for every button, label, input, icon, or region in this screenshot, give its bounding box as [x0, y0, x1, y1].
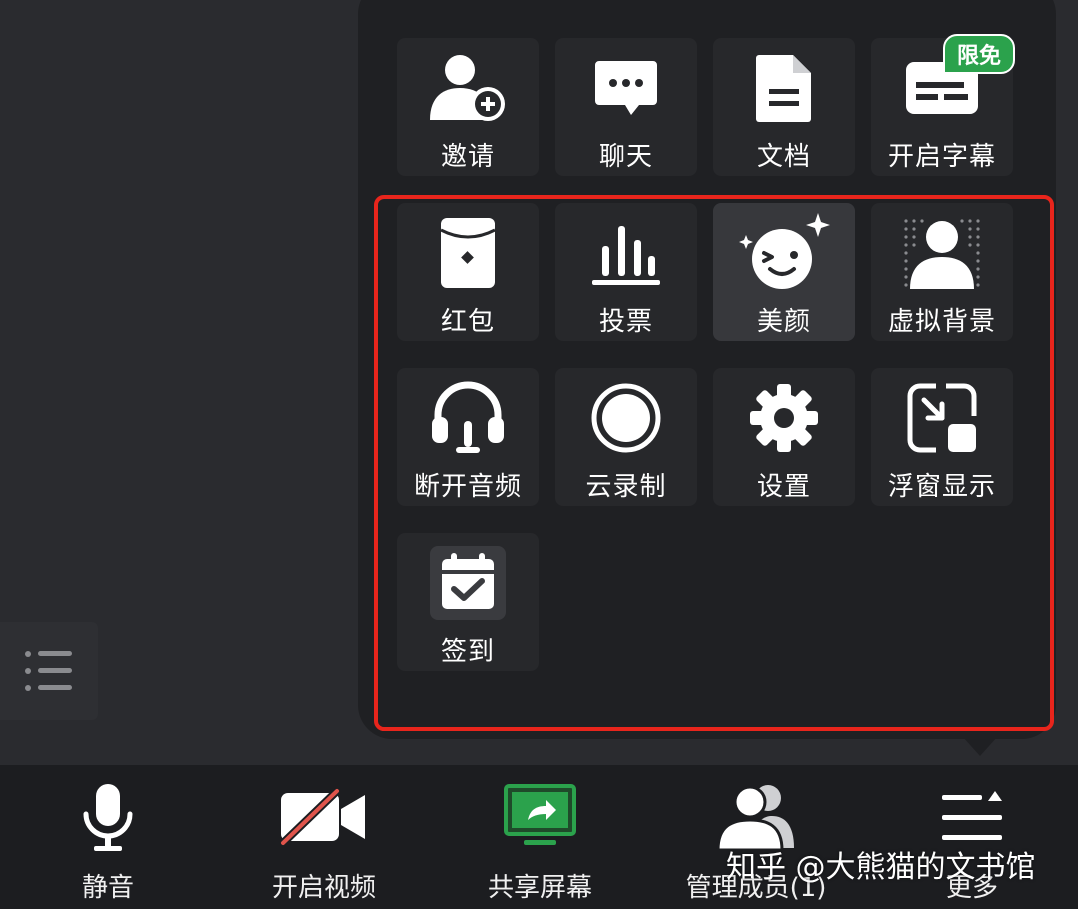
list-icon [25, 651, 72, 691]
video-off-icon [280, 788, 365, 846]
tile-floating-window[interactable]: 浮窗显示 [871, 368, 1013, 506]
participant-list-toggle[interactable] [0, 622, 98, 720]
tile-label: 聊天 [598, 142, 653, 172]
check-in-icon [430, 546, 506, 620]
gear-icon [750, 384, 818, 452]
tile-document[interactable]: 文档 [713, 38, 855, 176]
tile-check-in[interactable]: 签到 [397, 533, 539, 671]
toolbar-label: 共享屏幕 [487, 873, 592, 903]
tile-invite[interactable]: 邀请 [397, 38, 539, 176]
bottom-toolbar: 静音 开启视频 共享屏幕 管理成员(1) 更多 [0, 765, 1078, 909]
tile-label: 签到 [440, 637, 495, 667]
headphones-icon [432, 381, 504, 453]
chat-icon [595, 61, 657, 115]
vote-icon [592, 226, 660, 285]
tile-vote[interactable]: 投票 [555, 203, 697, 341]
tile-label: 开启字幕 [887, 142, 996, 172]
tile-label: 投票 [598, 307, 653, 337]
tile-virtual-background[interactable]: 虚拟背景 [871, 203, 1013, 341]
manage-members-button[interactable]: 管理成员(1) [666, 765, 846, 909]
toolbar-label: 静音 [81, 873, 134, 903]
tile-beauty[interactable]: 美颜 [713, 203, 855, 341]
tile-label: 邀请 [440, 142, 495, 172]
meeting-screen: 邀请 聊天 文档 开启字幕 限免 红包 投票 美颜 虚拟背景 断开音频 云录制 … [0, 0, 1078, 909]
tile-disconnect-audio[interactable]: 断开音频 [397, 368, 539, 506]
virtual-background-icon [904, 219, 980, 289]
tile-red-packet[interactable]: 红包 [397, 203, 539, 341]
document-icon [756, 55, 811, 122]
tile-label: 美颜 [756, 307, 811, 337]
share-screen-icon [504, 784, 576, 845]
more-button[interactable]: 更多 [882, 765, 1062, 909]
red-packet-icon [440, 218, 496, 288]
tile-label: 断开音频 [413, 472, 522, 502]
mute-button[interactable]: 静音 [18, 765, 198, 909]
floating-window-icon [907, 383, 977, 453]
share-screen-button[interactable]: 共享屏幕 [450, 765, 630, 909]
tile-label: 云录制 [585, 472, 667, 502]
tile-label: 设置 [756, 472, 811, 502]
more-menu-icon [942, 791, 1002, 840]
cloud-record-icon [591, 383, 661, 453]
tile-cloud-record[interactable]: 云录制 [555, 368, 697, 506]
tile-settings[interactable]: 设置 [713, 368, 855, 506]
toolbar-label: 开启视频 [271, 873, 376, 903]
video-button[interactable]: 开启视频 [234, 765, 414, 909]
beauty-icon [739, 213, 830, 289]
tile-label: 浮窗显示 [887, 472, 996, 502]
watermark: 知乎 @大熊猫的文书馆 [726, 850, 1036, 885]
tile-captions[interactable]: 开启字幕 限免 [871, 34, 1015, 176]
tile-label: 虚拟背景 [887, 307, 996, 337]
tile-chat[interactable]: 聊天 [555, 38, 697, 176]
microphone-icon [83, 784, 133, 851]
tile-label: 文档 [756, 142, 811, 172]
more-panel-pointer [962, 736, 998, 756]
invite-user-icon [430, 55, 505, 121]
tile-label: 红包 [440, 307, 495, 337]
free-badge: 限免 [942, 34, 1015, 74]
